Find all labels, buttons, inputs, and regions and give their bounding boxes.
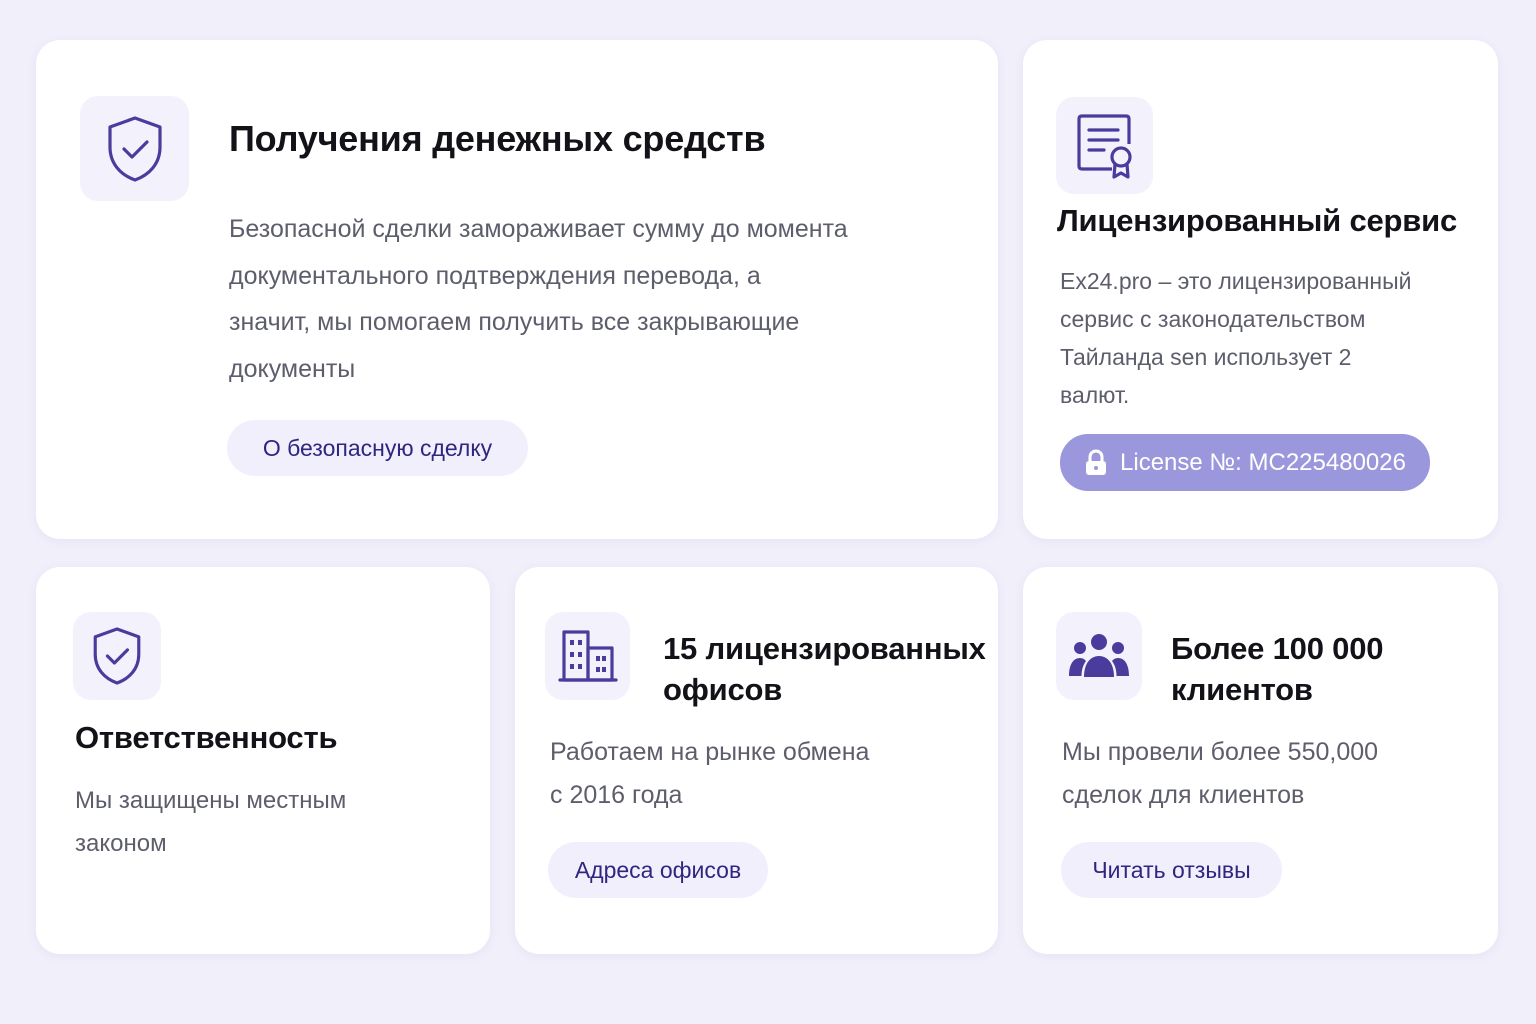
card-clients: Более 100 000 клиентов Мы провели более … bbox=[1023, 567, 1498, 954]
card-funds-desc-line: документы bbox=[229, 354, 356, 383]
card-funds-desc-line: документального подтверждения перевода, … bbox=[229, 261, 761, 290]
card-license-desc-line: Ex24.pro – это лицензированный bbox=[1060, 268, 1412, 294]
license-badge[interactable]: License №: MC225480026 bbox=[1060, 434, 1430, 491]
card-responsibility-desc-line: законом bbox=[75, 830, 167, 857]
card-funds: Получения денежных средств Безопасной сд… bbox=[36, 40, 998, 539]
card-clients-title-line: клиентов bbox=[1171, 672, 1313, 707]
building-icon-box bbox=[545, 612, 630, 700]
card-responsibility-title: Ответственность bbox=[75, 720, 338, 755]
card-clients-desc-line: Мы провели более 550,000 bbox=[1062, 738, 1379, 766]
card-offices-title-line: 15 лицензированных bbox=[663, 631, 986, 666]
shield-check-icon-box bbox=[80, 96, 189, 201]
read-reviews-button[interactable]: Читать отзывы bbox=[1061, 842, 1282, 898]
shield-check-icon bbox=[93, 627, 141, 685]
card-offices-desc-line: с 2016 года bbox=[550, 781, 683, 809]
card-offices-title: 15 лицензированных офисов bbox=[663, 628, 986, 710]
card-responsibility: Ответственность Мы защищены местным зако… bbox=[36, 567, 490, 954]
card-clients-description: Мы провели более 550,000 сделок для клие… bbox=[1062, 731, 1378, 817]
card-license-desc-line: валют. bbox=[1060, 382, 1130, 408]
safe-deal-button[interactable]: О безопасную сделку bbox=[227, 420, 528, 476]
users-group-icon bbox=[1069, 634, 1129, 677]
card-responsibility-description: Мы защищены местным законом bbox=[75, 779, 346, 865]
card-offices-description: Работаем на рынке обмена с 2016 года bbox=[550, 731, 869, 817]
card-clients-title: Более 100 000 клиентов bbox=[1171, 628, 1383, 710]
card-funds-desc-line: значит, мы помогаем получить все закрыва… bbox=[229, 308, 800, 336]
card-clients-title-line: Более 100 000 bbox=[1171, 631, 1384, 666]
card-license-desc-line: сервис с законодательством bbox=[1060, 306, 1366, 332]
card-funds-desc-line: Безопасной сделки замораживает сумму до … bbox=[229, 215, 848, 243]
card-responsibility-desc-line: Мы защищены местным bbox=[75, 787, 347, 814]
building-icon bbox=[557, 630, 618, 682]
card-funds-description: Безопасной сделки замораживает сумму до … bbox=[229, 206, 848, 392]
certificate-icon bbox=[1076, 113, 1132, 179]
lock-icon bbox=[1084, 448, 1108, 477]
license-number: License №: MC225480026 bbox=[1120, 448, 1406, 476]
card-clients-desc-line: сделок для клиентов bbox=[1062, 781, 1305, 809]
card-offices: 15 лицензированных офисов Работаем на ры… bbox=[515, 567, 998, 954]
card-funds-title: Получения денежных средств bbox=[229, 118, 766, 159]
certificate-icon-box bbox=[1056, 97, 1153, 194]
card-offices-desc-line: Работаем на рынке обмена bbox=[550, 738, 870, 766]
card-license-description: Ex24.pro – это лицензированный сервис с … bbox=[1060, 262, 1412, 414]
card-license-title: Лицензированный сервис bbox=[1057, 203, 1458, 238]
shield-check-icon bbox=[107, 115, 162, 182]
office-addresses-button[interactable]: Адреса офисов bbox=[548, 842, 768, 898]
shield-check-icon-box bbox=[73, 612, 161, 700]
users-group-icon-box bbox=[1056, 612, 1142, 700]
card-license-desc-line: Тайланда sen использует 2 bbox=[1060, 344, 1352, 370]
card-offices-title-line: офисов bbox=[663, 672, 783, 707]
card-license: Лицензированный сервис Ex24.pro – это ли… bbox=[1023, 40, 1498, 539]
